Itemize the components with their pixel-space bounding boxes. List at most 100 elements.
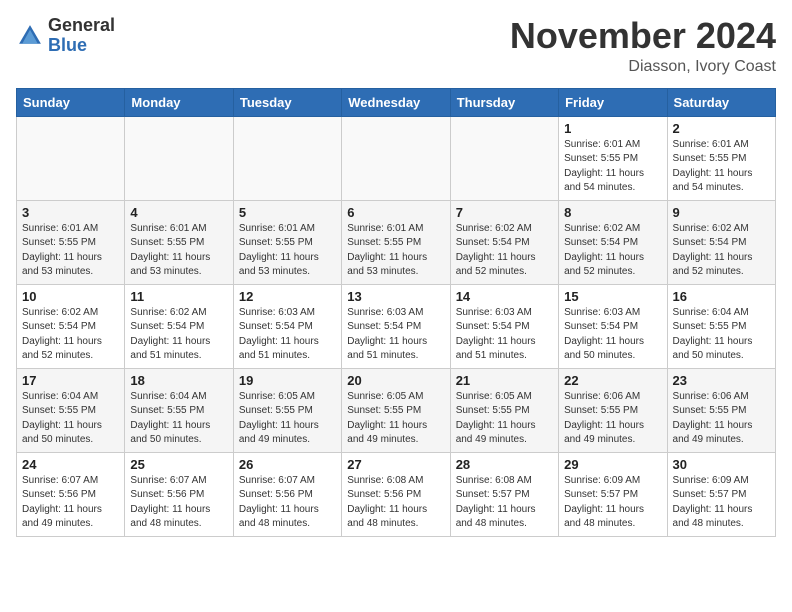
day-number: 10 — [22, 289, 119, 304]
calendar-day — [342, 116, 450, 200]
day-info: Sunrise: 6:01 AMSunset: 5:55 PMDaylight:… — [564, 138, 661, 196]
day-info: Sunrise: 6:07 AMSunset: 5:56 PMDaylight:… — [22, 474, 119, 532]
day-info: Sunrise: 6:02 AMSunset: 5:54 PMDaylight:… — [22, 306, 119, 364]
day-info: Sunrise: 6:08 AMSunset: 5:56 PMDaylight:… — [347, 474, 444, 532]
day-info: Sunrise: 6:09 AMSunset: 5:57 PMDaylight:… — [673, 474, 770, 532]
weekday-header-sunday: Sunday — [17, 88, 125, 116]
calendar-table: SundayMondayTuesdayWednesdayThursdayFrid… — [16, 88, 776, 537]
calendar-day: 12 Sunrise: 6:03 AMSunset: 5:54 PMDayligh… — [233, 284, 341, 368]
calendar-week-row: 1 Sunrise: 6:01 AMSunset: 5:55 PMDaylight… — [17, 116, 776, 200]
weekday-header-wednesday: Wednesday — [342, 88, 450, 116]
title-block: November 2024 Diasson, Ivory Coast — [510, 16, 776, 76]
calendar-day: 5 Sunrise: 6:01 AMSunset: 5:55 PMDaylight… — [233, 200, 341, 284]
day-info: Sunrise: 6:07 AMSunset: 5:56 PMDaylight:… — [239, 474, 336, 532]
calendar-day: 19Sunrise: 6:05 AMSunset: 5:55 PMDayligh… — [233, 368, 341, 452]
day-info: Sunrise: 6:04 AMSunset: 5:55 PMDaylight:… — [673, 306, 770, 364]
calendar-day: 10 Sunrise: 6:02 AMSunset: 5:54 PMDayligh… — [17, 284, 125, 368]
weekday-header-tuesday: Tuesday — [233, 88, 341, 116]
day-info: Sunrise: 6:01 AMSunset: 5:55 PMDaylight:… — [239, 222, 336, 280]
day-info: Sunrise: 6:01 AMSunset: 5:55 PMDaylight:… — [347, 222, 444, 280]
day-info: Sunrise: 6:03 AMSunset: 5:54 PMDaylight:… — [564, 306, 661, 364]
calendar-week-row: 10 Sunrise: 6:02 AMSunset: 5:54 PMDayligh… — [17, 284, 776, 368]
day-number: 22 — [564, 373, 661, 388]
calendar-day: 1 Sunrise: 6:01 AMSunset: 5:55 PMDaylight… — [559, 116, 667, 200]
day-info: Sunrise: 6:02 AMSunset: 5:54 PMDaylight:… — [130, 306, 227, 364]
calendar-day: 7Sunrise: 6:02 AMSunset: 5:54 PMDaylight… — [450, 200, 558, 284]
day-number: 13 — [347, 289, 444, 304]
calendar-day: 21 Sunrise: 6:05 AMSunset: 5:55 PMDayligh… — [450, 368, 558, 452]
logo-icon — [16, 22, 44, 50]
day-info: Sunrise: 6:03 AMSunset: 5:54 PMDaylight:… — [239, 306, 336, 364]
calendar-day: 24 Sunrise: 6:07 AMSunset: 5:56 PMDayligh… — [17, 452, 125, 536]
weekday-header-thursday: Thursday — [450, 88, 558, 116]
calendar-day: 27Sunrise: 6:08 AMSunset: 5:56 PMDayligh… — [342, 452, 450, 536]
calendar-day: 26Sunrise: 6:07 AMSunset: 5:56 PMDayligh… — [233, 452, 341, 536]
day-info: Sunrise: 6:06 AMSunset: 5:55 PMDaylight:… — [673, 390, 770, 448]
month-title: November 2024 — [510, 16, 776, 56]
day-info: Sunrise: 6:06 AMSunset: 5:55 PMDaylight:… — [564, 390, 661, 448]
calendar-day — [17, 116, 125, 200]
calendar-week-row: 24 Sunrise: 6:07 AMSunset: 5:56 PMDayligh… — [17, 452, 776, 536]
calendar-day: 15 Sunrise: 6:03 AMSunset: 5:54 PMDayligh… — [559, 284, 667, 368]
logo-text: General Blue — [48, 16, 115, 56]
day-number: 23 — [673, 373, 770, 388]
calendar-day: 28 Sunrise: 6:08 AMSunset: 5:57 PMDayligh… — [450, 452, 558, 536]
day-number: 14 — [456, 289, 553, 304]
logo: General Blue — [16, 16, 115, 56]
calendar-day: 6 Sunrise: 6:01 AMSunset: 5:55 PMDaylight… — [342, 200, 450, 284]
day-number: 8 — [564, 205, 661, 220]
calendar-week-row: 17 Sunrise: 6:04 AMSunset: 5:55 PMDayligh… — [17, 368, 776, 452]
calendar-header-row: SundayMondayTuesdayWednesdayThursdayFrid… — [17, 88, 776, 116]
calendar-week-row: 3 Sunrise: 6:01 AMSunset: 5:55 PMDaylight… — [17, 200, 776, 284]
day-number: 1 — [564, 121, 661, 136]
calendar-day: 13 Sunrise: 6:03 AMSunset: 5:54 PMDayligh… — [342, 284, 450, 368]
day-number: 3 — [22, 205, 119, 220]
day-number: 28 — [456, 457, 553, 472]
calendar-day — [125, 116, 233, 200]
day-info: Sunrise: 6:09 AMSunset: 5:57 PMDaylight:… — [564, 474, 661, 532]
day-number: 6 — [347, 205, 444, 220]
day-info: Sunrise: 6:02 AMSunset: 5:54 PMDaylight:… — [673, 222, 770, 280]
day-number: 17 — [22, 373, 119, 388]
calendar-day: 3 Sunrise: 6:01 AMSunset: 5:55 PMDaylight… — [17, 200, 125, 284]
page: General Blue November 2024 Diasson, Ivor… — [0, 0, 792, 549]
day-info: Sunrise: 6:04 AMSunset: 5:55 PMDaylight:… — [22, 390, 119, 448]
calendar-day: 8 Sunrise: 6:02 AMSunset: 5:54 PMDaylight… — [559, 200, 667, 284]
logo-general-text: General — [48, 16, 115, 36]
calendar-day: 30 Sunrise: 6:09 AMSunset: 5:57 PMDayligh… — [667, 452, 775, 536]
calendar-day: 20 Sunrise: 6:05 AMSunset: 5:55 PMDayligh… — [342, 368, 450, 452]
calendar-day: 16 Sunrise: 6:04 AMSunset: 5:55 PMDayligh… — [667, 284, 775, 368]
day-info: Sunrise: 6:05 AMSunset: 5:55 PMDaylight:… — [347, 390, 444, 448]
calendar-day: 9 Sunrise: 6:02 AMSunset: 5:54 PMDaylight… — [667, 200, 775, 284]
day-info: Sunrise: 6:05 AMSunset: 5:55 PMDaylight:… — [456, 390, 553, 448]
day-number: 5 — [239, 205, 336, 220]
day-number: 19 — [239, 373, 336, 388]
day-number: 15 — [564, 289, 661, 304]
calendar-day: 22 Sunrise: 6:06 AMSunset: 5:55 PMDayligh… — [559, 368, 667, 452]
calendar-day: 14Sunrise: 6:03 AMSunset: 5:54 PMDayligh… — [450, 284, 558, 368]
day-number: 20 — [347, 373, 444, 388]
calendar-day: 2Sunrise: 6:01 AMSunset: 5:55 PMDaylight… — [667, 116, 775, 200]
calendar-day — [450, 116, 558, 200]
weekday-header-saturday: Saturday — [667, 88, 775, 116]
day-number: 25 — [130, 457, 227, 472]
day-info: Sunrise: 6:08 AMSunset: 5:57 PMDaylight:… — [456, 474, 553, 532]
day-number: 30 — [673, 457, 770, 472]
day-number: 4 — [130, 205, 227, 220]
day-number: 16 — [673, 289, 770, 304]
weekday-header-friday: Friday — [559, 88, 667, 116]
calendar-day: 11Sunrise: 6:02 AMSunset: 5:54 PMDayligh… — [125, 284, 233, 368]
day-number: 12 — [239, 289, 336, 304]
day-number: 9 — [673, 205, 770, 220]
day-number: 21 — [456, 373, 553, 388]
day-info: Sunrise: 6:01 AMSunset: 5:55 PMDaylight:… — [22, 222, 119, 280]
day-info: Sunrise: 6:03 AMSunset: 5:54 PMDaylight:… — [347, 306, 444, 364]
day-number: 29 — [564, 457, 661, 472]
weekday-header-monday: Monday — [125, 88, 233, 116]
day-info: Sunrise: 6:07 AMSunset: 5:56 PMDaylight:… — [130, 474, 227, 532]
day-number: 24 — [22, 457, 119, 472]
day-info: Sunrise: 6:02 AMSunset: 5:54 PMDaylight:… — [564, 222, 661, 280]
day-info: Sunrise: 6:01 AMSunset: 5:55 PMDaylight:… — [673, 138, 770, 196]
header: General Blue November 2024 Diasson, Ivor… — [16, 16, 776, 76]
calendar-day: 23 Sunrise: 6:06 AMSunset: 5:55 PMDayligh… — [667, 368, 775, 452]
